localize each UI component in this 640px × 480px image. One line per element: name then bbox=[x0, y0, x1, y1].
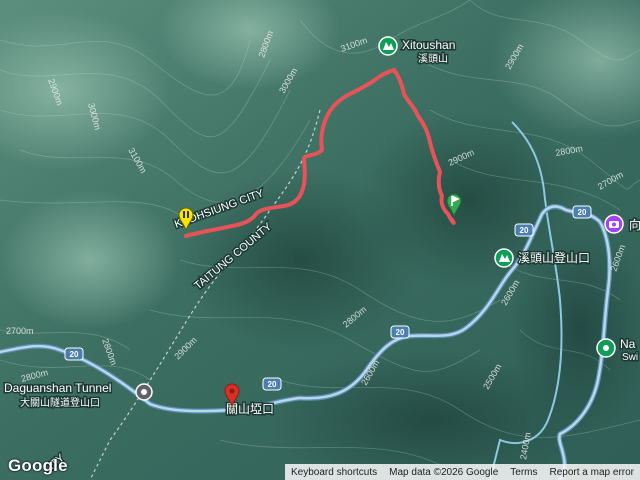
svg-text:20: 20 bbox=[578, 208, 587, 217]
pause-icon bbox=[183, 211, 185, 218]
tunnel-label[interactable]: Daguanshan Tunnel bbox=[3, 380, 113, 397]
attribution-bar: Keyboard shortcuts Map data ©2026 Google… bbox=[284, 464, 640, 480]
purple-camera-poi[interactable] bbox=[604, 214, 624, 234]
tunnel-poi[interactable] bbox=[135, 383, 153, 401]
map-canvas[interactable]: 20 20 20 20 20 2900m 3100m 2800m 3000m 3… bbox=[0, 0, 640, 480]
road-shield: 20 bbox=[572, 205, 592, 219]
right-poi-label[interactable]: Na bbox=[619, 336, 638, 353]
purple-poi-label[interactable]: 向 bbox=[628, 216, 640, 234]
tunnel-zh-label[interactable]: 大關山隧道登山口 bbox=[19, 395, 102, 411]
trailhead-poi[interactable] bbox=[494, 248, 514, 268]
xitoushan-label[interactable]: Xitoushan bbox=[401, 37, 457, 54]
trailhead-label[interactable]: 溪頭山登山口 bbox=[517, 249, 592, 267]
svg-text:20: 20 bbox=[520, 226, 529, 235]
road-shield: 20 bbox=[390, 325, 410, 339]
svg-text:2700m: 2700m bbox=[6, 326, 34, 336]
svg-text:20: 20 bbox=[268, 380, 277, 389]
keyboard-shortcuts-link[interactable]: Keyboard shortcuts bbox=[285, 467, 383, 478]
road-shield: 20 bbox=[262, 377, 282, 391]
map-data-text: Map data ©2026 Google bbox=[389, 466, 499, 478]
svg-text:20: 20 bbox=[70, 350, 79, 359]
right-poi-sublabel[interactable]: Swi bbox=[621, 351, 640, 365]
xitoushan-poi[interactable] bbox=[378, 36, 398, 56]
xitoushan-zh-label[interactable]: 溪頭山 bbox=[417, 52, 450, 67]
svg-text:20: 20 bbox=[396, 328, 405, 337]
right-green-poi[interactable] bbox=[596, 338, 616, 358]
road-shield: 20 bbox=[64, 347, 84, 361]
road-shield: 20 bbox=[514, 223, 534, 237]
map-view[interactable]: 20 20 20 20 20 2900m 3100m 2800m 3000m 3… bbox=[0, 0, 640, 480]
report-error-link[interactable]: Report a map error bbox=[544, 467, 640, 478]
google-logo: Google bbox=[8, 456, 68, 475]
terms-link[interactable]: Terms bbox=[504, 467, 543, 478]
